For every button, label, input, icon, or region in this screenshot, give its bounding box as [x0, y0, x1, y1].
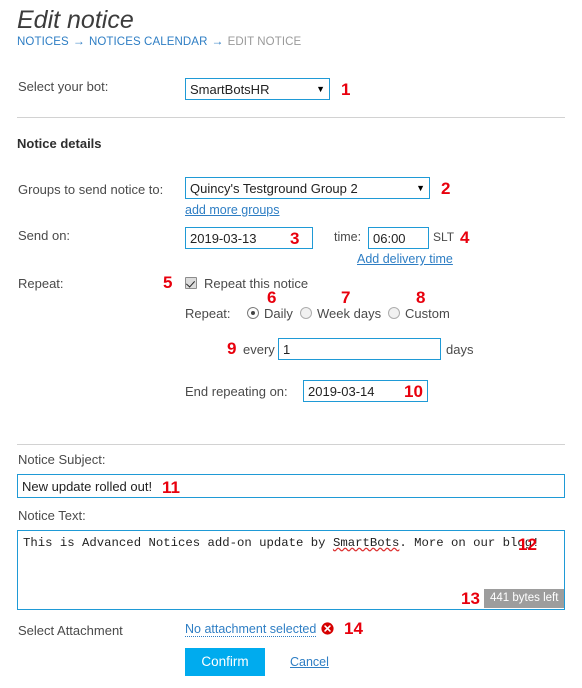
marker-1: 1	[341, 80, 351, 99]
add-delivery-time-link[interactable]: Add delivery time	[357, 252, 453, 266]
confirm-button[interactable]: Confirm	[185, 648, 265, 676]
marker-2: 2	[441, 179, 451, 198]
marker-12: 12	[518, 535, 537, 554]
send-on-time-input[interactable]	[368, 227, 429, 249]
notice-text-misspelled-word: SmartBots	[332, 536, 400, 550]
bot-select-value: SmartBotsHR	[190, 81, 270, 97]
days-label: days	[446, 342, 474, 357]
marker-5: 5	[163, 273, 173, 292]
marker-8: 8	[416, 288, 426, 307]
repeat-option-daily-radio[interactable]	[247, 307, 259, 319]
repeat-interval-input[interactable]	[278, 338, 441, 360]
marker-9: 9	[227, 339, 237, 358]
marker-13: 13	[461, 589, 480, 608]
marker-4: 4	[460, 228, 470, 247]
chevron-down-icon: ▼	[316, 84, 325, 94]
edit-notice-page: Edit notice NOTICES → NOTICES CALENDAR → EDI…	[0, 0, 582, 688]
section-divider-top	[17, 117, 565, 118]
marker-6: 6	[267, 288, 277, 307]
groups-select[interactable]: Quincy's Testground Group 2 ▼	[185, 177, 430, 199]
repeat-label: Repeat:	[18, 276, 64, 291]
select-bot-label: Select your bot:	[18, 79, 109, 94]
no-attachment-selected-link[interactable]: No attachment selected	[185, 622, 317, 637]
marker-7: 7	[341, 288, 351, 307]
marker-11: 11	[162, 478, 180, 497]
repeat-option-daily-label: Daily	[264, 306, 293, 321]
repeat-option-week-days-label: Week days	[317, 306, 382, 321]
notice-subject-label: Notice Subject:	[18, 452, 106, 467]
breadcrumb-item-notices-calendar[interactable]: NOTICES CALENDAR	[89, 36, 208, 48]
every-label: every	[243, 342, 275, 357]
notice-text-label: Notice Text:	[18, 508, 86, 523]
page-title: Edit notice	[17, 6, 134, 34]
repeat-option-custom-radio[interactable]	[388, 307, 400, 319]
groups-select-value: Quincy's Testground Group 2	[190, 180, 358, 196]
send-on-label: Send on:	[18, 228, 71, 243]
breadcrumb-item-notices[interactable]: NOTICES	[17, 36, 69, 48]
bytes-left-badge: 441 bytes left	[484, 589, 565, 608]
cancel-button[interactable]: Cancel	[290, 655, 329, 669]
notice-subject-input[interactable]	[17, 474, 565, 498]
end-repeating-label: End repeating on:	[185, 384, 288, 399]
breadcrumb-arrow-icon: →	[211, 34, 224, 48]
chevron-down-icon: ▼	[416, 183, 425, 193]
marker-14: 14	[344, 619, 363, 638]
section-divider-bottom	[17, 444, 565, 445]
breadcrumb-item-edit-notice: EDIT NOTICE	[227, 36, 302, 48]
repeat-option-week-days-radio[interactable]	[300, 307, 312, 319]
marker-3: 3	[290, 229, 300, 248]
time-label: time:	[334, 230, 362, 244]
repeat-this-notice-checkbox[interactable]	[185, 277, 197, 289]
select-attachment-label: Select Attachment	[18, 623, 123, 638]
groups-label: Groups to send notice to:	[18, 182, 164, 197]
repeat-option-custom-label: Custom	[405, 306, 450, 321]
notice-text-textarea[interactable]: This is Advanced Notices add-on update b…	[17, 530, 565, 610]
repeat-this-notice-label: Repeat this notice	[204, 276, 309, 291]
breadcrumb-arrow-icon: →	[72, 34, 85, 48]
notice-text-before: This is Advanced Notices add-on update b…	[23, 536, 333, 550]
error-circle-x-icon[interactable]	[321, 622, 334, 635]
bot-select[interactable]: SmartBotsHR ▼	[185, 78, 330, 100]
timezone-label: SLT	[433, 230, 455, 244]
repeat-frequency-label: Repeat:	[185, 306, 231, 321]
breadcrumb: NOTICES → NOTICES CALENDAR → EDIT NOTICE	[17, 34, 301, 48]
notice-details-heading: Notice details	[17, 136, 102, 151]
add-more-groups-link[interactable]: add more groups	[185, 203, 280, 217]
marker-10: 10	[404, 382, 423, 401]
